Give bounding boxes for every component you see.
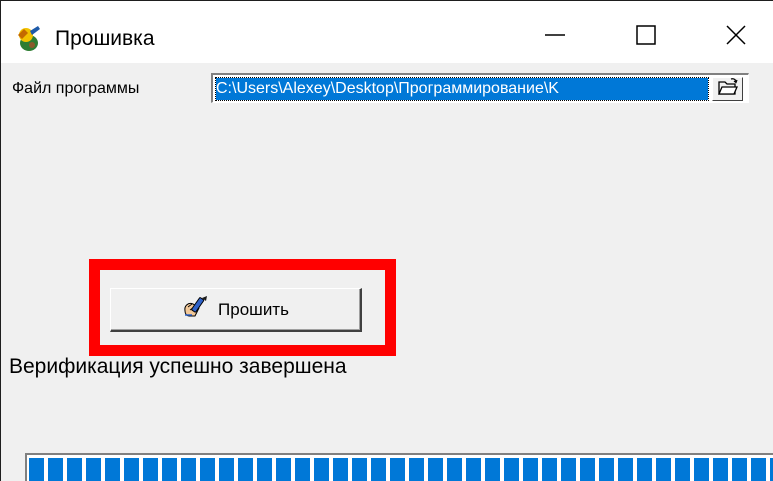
file-path-field[interactable]: C:\Users\Alexey\Desktop\Программирование…	[211, 73, 749, 103]
close-button[interactable]	[707, 13, 765, 61]
flash-button-label: Прошить	[218, 299, 289, 319]
hand-pencil-icon	[182, 295, 210, 324]
title-bar[interactable]: Прошивка	[1, 1, 773, 63]
maximize-button[interactable]	[617, 13, 675, 61]
close-icon	[726, 24, 746, 50]
window-title: Прошивка	[55, 27, 155, 50]
progress-bar	[25, 453, 773, 481]
client-area: Файл программы C:\Users\Alexey\Desktop\П…	[5, 63, 773, 481]
status-text: Верификация успешно завершена	[9, 355, 347, 378]
flashing-app-icon	[14, 23, 44, 53]
maximize-icon	[636, 24, 656, 50]
file-label: Файл программы	[12, 80, 140, 97]
browse-button[interactable]	[712, 77, 743, 101]
file-path-input[interactable]: C:\Users\Alexey\Desktop\Программирование…	[215, 77, 709, 101]
open-folder-icon	[717, 77, 738, 101]
flash-window: Прошивка Файл программы C:\Users\Alexey\…	[0, 0, 773, 481]
minimize-button[interactable]	[526, 13, 584, 61]
flash-button[interactable]: Прошить	[110, 288, 362, 332]
minimize-icon	[545, 25, 565, 50]
progress-fill	[29, 458, 773, 481]
